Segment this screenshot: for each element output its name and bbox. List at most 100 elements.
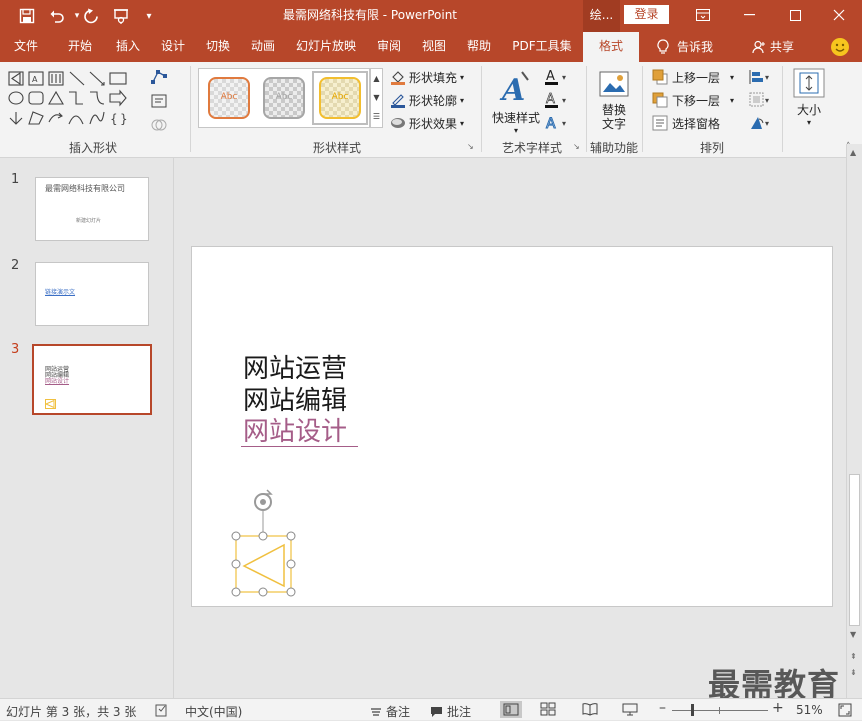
alt-text-label-2: 文字 [601,117,626,131]
ribbon-tab-bar: 文件 开始 插入 设计 切换 动画 幻灯片放映 审阅 视图 帮助 PDF工具集 … [0,32,862,62]
tab-animations[interactable]: 动画 [243,32,283,62]
group-label-insert-shapes: 插入形状 [68,141,117,155]
slide-sorter-icon[interactable] [540,702,556,719]
reading-view-icon[interactable] [582,702,598,719]
tab-insert[interactable]: 插入 [108,32,148,62]
tab-view[interactable]: 视图 [414,32,454,62]
chevron-down-icon: ▾ [513,126,518,135]
style-thumb-gray[interactable]: Abc [263,77,305,119]
previous-slide-icon[interactable]: ⇞ [850,652,857,661]
text-outline-icon[interactable]: A ▾ [544,91,570,109]
svg-text:▾: ▾ [562,73,566,82]
scroll-up-icon[interactable]: ▲ [850,148,856,157]
slide-thumbnail-3[interactable]: 网站运营 网站编辑 网站设计 [32,344,152,415]
group-label-arrange: 排列 [699,141,724,155]
slideshow-view-icon[interactable] [622,702,638,719]
shape-fill-button[interactable]: 形状填充 ▾ [390,68,464,86]
share-button[interactable]: 共享 [748,32,798,62]
shape-effects-label: 形状效果 [409,116,458,131]
login-button[interactable]: 登录 [624,5,669,24]
tab-format[interactable]: 格式 [583,32,639,62]
group-label-shape-styles: 形状样式 [312,141,361,155]
tab-help[interactable]: 帮助 [459,32,499,62]
selected-triangle-shape[interactable] [225,488,305,600]
shape-outline-label: 形状轮廓 [409,93,458,108]
selection-pane-label: 选择窗格 [672,116,721,131]
language-status[interactable]: 中文(中国) [185,703,242,720]
accessibility-check-icon[interactable] [155,703,169,720]
slide-text-line-1[interactable]: 网站运营 [243,354,347,385]
alt-text-icon [599,71,629,97]
slide-count-status: 幻灯片 第 3 张，共 3 张 [6,705,137,719]
scroll-down-icon[interactable]: ▼ [850,630,856,639]
tell-me-box[interactable]: 告诉我 [650,32,720,62]
dialog-launcher-icon[interactable]: ↘ [467,142,474,151]
minimize-icon[interactable] [726,0,772,30]
person-icon [752,40,765,54]
tab-transitions[interactable]: 切换 [198,32,238,62]
slide-thumbnail-2[interactable]: 链接演示文 [35,262,149,326]
svg-text:A: A [32,75,38,84]
normal-view-icon [503,703,519,716]
text-fill-icon[interactable]: A ▾ [544,68,570,86]
zoom-slider-thumb[interactable] [691,704,694,716]
rotate-icon[interactable]: ▾ [748,114,772,132]
scroll-thumb[interactable] [849,474,860,626]
shape-fill-label: 形状填充 [409,70,458,85]
tab-pdf-tools[interactable]: PDF工具集 [506,32,578,62]
ribbon-display-icon[interactable] [680,0,726,30]
gallery-scroll[interactable]: ▲ ▼ ☰ [370,68,383,128]
selection-pane-button[interactable]: 选择窗格 [652,114,720,132]
next-slide-icon[interactable]: ⇟ [850,668,857,677]
style-thumb-gold[interactable]: Abc [319,77,361,119]
quick-styles-button[interactable]: A 快速样式 ▾ [488,68,544,135]
tell-me-label: 告诉我 [676,39,713,54]
chevron-down-icon: ▾ [806,118,811,127]
close-icon[interactable] [816,0,862,30]
smiley-feedback-icon[interactable] [831,38,849,56]
tab-slideshow[interactable]: 幻灯片放映 [290,32,362,62]
bring-forward-button[interactable]: 上移一层 ▾ [652,68,734,86]
shape-style-gallery[interactable]: Abc Abc Abc [198,68,370,128]
group-separator [782,66,783,152]
send-backward-label: 下移一层 [672,93,721,108]
text-effects-icon[interactable]: A ▾ [544,114,570,133]
comments-button[interactable]: 批注 [430,703,471,720]
zoom-out-icon[interactable]: – [659,700,666,716]
style-thumb-orange[interactable]: Abc [208,77,250,119]
notes-button[interactable]: 备注 [370,703,410,720]
size-icon [793,68,825,98]
slide-text-line-2[interactable]: 网站编辑 [243,386,347,417]
size-button[interactable]: 大小 ▾ [790,68,828,134]
style-thumb-label: Abc [220,92,238,102]
tab-review[interactable]: 审阅 [369,32,409,62]
fit-to-window-icon[interactable] [838,703,852,720]
alt-text-button[interactable]: 替换 文字 [592,70,636,136]
style-thumb-label: Abc [331,92,349,102]
zoom-level[interactable]: 51% [796,703,823,717]
edit-shape-icon[interactable] [150,68,168,86]
normal-view-button[interactable] [500,701,522,718]
merge-shapes-icon[interactable] [150,116,168,134]
dialog-launcher-icon[interactable]: ↘ [573,142,580,151]
send-backward-button[interactable]: 下移一层 ▾ [652,91,734,109]
vertical-scrollbar[interactable]: ▲ ▼ ⇞ ⇟ [846,144,862,698]
style-thumb-label: Abc [275,92,293,102]
slide-text-hyperlink[interactable]: 网站设计 [243,417,347,448]
zoom-slider[interactable] [672,710,768,711]
context-tab-drawing[interactable]: 绘... [583,0,620,32]
group-objects-icon[interactable]: ▾ [748,91,772,109]
align-icon[interactable]: ▾ [748,68,772,86]
tab-design[interactable]: 设计 [153,32,193,62]
text-box-icon[interactable] [150,92,168,110]
zoom-in-icon[interactable]: + [772,700,784,716]
shape-outline-button[interactable]: 形状轮廓 ▾ [390,91,464,109]
tab-home[interactable]: 开始 [60,32,100,62]
shapes-gallery[interactable]: A { } [6,68,138,130]
svg-text:A: A [546,116,556,132]
shape-effects-button[interactable]: 形状效果 ▾ [390,114,464,132]
slide-thumbnail-1[interactable]: 最需网络科技有限公司 新建幻灯片 [35,177,149,241]
maximize-icon[interactable] [772,0,818,30]
hyperlink-underline [241,446,358,447]
tab-file[interactable]: 文件 [6,32,46,62]
